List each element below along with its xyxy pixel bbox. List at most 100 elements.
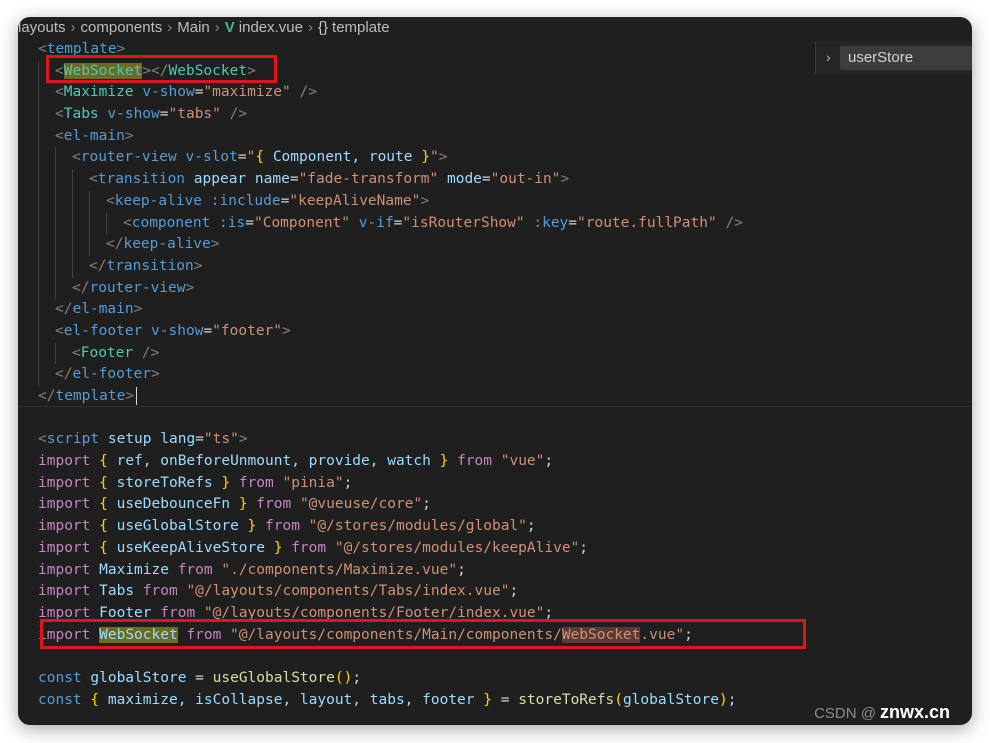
breadcrumb-item-main[interactable]: Main xyxy=(177,19,210,36)
tabs-tag: Tabs xyxy=(63,106,99,123)
import-name: Maximize xyxy=(99,561,169,578)
keep-alive-close-tag: keep-alive xyxy=(123,236,211,253)
keep-alive-tag: keep-alive xyxy=(114,192,203,209)
attr-value: "maximize" xyxy=(203,84,291,101)
chevron-right-icon: › xyxy=(167,19,173,36)
import-names: ref, onBeforeUnmount, provide, watch xyxy=(116,453,431,470)
attr: :is xyxy=(219,214,246,231)
code-line: import { ref, onBeforeUnmount, provide, … xyxy=(38,453,554,470)
router-view-close-tag: router-view xyxy=(89,279,186,296)
braces-icon: {} xyxy=(318,19,329,36)
code-line: <el-footer v-show="footer"> xyxy=(18,320,972,343)
attr: v-show xyxy=(142,84,195,101)
code-line: import { storeToRefs } from "pinia"; xyxy=(38,474,353,491)
breadcrumb-item-components[interactable]: components xyxy=(81,19,163,36)
argument: globalStore xyxy=(622,691,719,708)
code-line: </el-main> xyxy=(18,299,972,321)
watermark-csdn: CSDN @ xyxy=(814,705,876,722)
find-input[interactable]: userStore xyxy=(840,46,972,70)
attr: :key xyxy=(533,214,569,231)
router-view-tag: router-view xyxy=(80,149,177,166)
attr-value: "fade-transform" xyxy=(298,171,439,188)
attr-value: "isRouterShow" xyxy=(402,214,525,231)
import-names: useDebounceFn xyxy=(116,496,231,513)
vue-file-icon: V xyxy=(224,19,235,36)
code-line: </template> xyxy=(18,386,972,408)
code-line: import Tabs from "@/layouts/components/T… xyxy=(38,583,519,600)
code-line: </router-view> xyxy=(18,277,972,300)
attr-value: "keepAliveName" xyxy=(289,192,421,209)
keyword: const xyxy=(38,669,82,686)
find-widget[interactable]: › userStore xyxy=(815,41,972,75)
code-line: <Footer /> xyxy=(18,342,972,365)
breadcrumb-item-layouts[interactable]: layouts xyxy=(18,19,66,36)
code-line: <el-main> xyxy=(18,125,972,148)
import-source: "@/layouts/components/Tabs/index.vue" xyxy=(186,583,510,600)
highlight-box-websocket-import xyxy=(40,619,806,649)
variable: globalStore xyxy=(90,669,187,686)
function-call: useGlobalStore xyxy=(212,669,335,686)
attr: setup xyxy=(107,431,152,448)
code-line: <router-view v-slot="{ Component, route … xyxy=(18,147,972,170)
slot-props: Component, route xyxy=(264,149,422,166)
chevron-right-icon[interactable]: › xyxy=(826,49,831,65)
code-line: <component :is="Component" v-if="isRoute… xyxy=(18,212,972,235)
attr: v-show xyxy=(107,106,160,123)
attr-value: "ts" xyxy=(203,431,239,448)
footer-tag: Footer xyxy=(80,344,134,361)
code-line: import Maximize from "./components/Maxim… xyxy=(38,561,466,578)
attr: appear xyxy=(193,171,247,188)
editor-window: layouts › components › Main › Vindex.vue ›{} tem… xyxy=(18,17,972,725)
code-line: <keep-alive :include="keepAliveName"> xyxy=(18,190,972,213)
import-names: useGlobalStore xyxy=(116,518,239,535)
sticky-scroll-divider xyxy=(18,406,972,407)
breadcrumb-item-index-vue[interactable]: index.vue xyxy=(239,19,303,36)
watermark: CSDN @ znwx.cn xyxy=(814,702,950,723)
code-line: </keep-alive> xyxy=(18,234,972,256)
el-footer-tag: el-footer xyxy=(63,322,143,339)
code-line: </transition> xyxy=(18,255,972,278)
attr-value: "footer" xyxy=(212,322,283,339)
import-source: "pinia" xyxy=(282,474,344,491)
code-line: const globalStore = useGlobalStore(); xyxy=(38,669,362,686)
chevron-right-icon: › xyxy=(70,19,76,36)
code-line: <transition appear name="fade-transform"… xyxy=(18,169,972,191)
chevron-right-icon: › xyxy=(308,19,313,36)
code-editor[interactable]: <template> <WebSocket></WebSocket> <Maxi… xyxy=(18,39,972,711)
template-close-tag: template xyxy=(55,388,126,404)
code-line: import { useGlobalStore } from "@/stores… xyxy=(38,518,536,535)
code-line: </el-footer> xyxy=(18,364,972,386)
breadcrumb-item-template[interactable]: template xyxy=(332,19,390,36)
import-names: storeToRefs xyxy=(116,474,213,491)
import-name: Tabs xyxy=(99,583,135,600)
attr-value: "out-in" xyxy=(490,171,561,188)
import-source: "@vueuse/core" xyxy=(299,496,423,513)
keyword: const xyxy=(38,691,82,708)
chevron-right-icon: › xyxy=(214,19,220,36)
script-tag: script xyxy=(46,431,100,448)
attr-value: "tabs" xyxy=(168,106,221,123)
attr: v-show xyxy=(151,322,204,339)
import-names: useKeepAliveStore xyxy=(116,539,265,556)
attr-value: "route.fullPath" xyxy=(577,214,717,231)
attr: v-if xyxy=(358,214,394,231)
destructured-names: maximize, isCollapse, layout, tabs, foot… xyxy=(107,691,475,708)
el-main-close-tag: el-main xyxy=(72,301,134,318)
el-footer-close-tag: el-footer xyxy=(72,366,152,383)
import-source: "vue" xyxy=(500,453,545,470)
transition-tag: transition xyxy=(97,171,186,188)
highlight-box-websocket-tag xyxy=(46,55,277,83)
code-line: <script setup lang="ts"> xyxy=(38,431,248,448)
el-main-tag: el-main xyxy=(63,127,125,144)
attr: mode xyxy=(446,171,482,188)
function-call: storeToRefs xyxy=(518,691,615,708)
code-line: <Tabs v-show="tabs" /> xyxy=(18,104,972,126)
component-tag: component xyxy=(131,214,211,231)
import-source: "@/stores/modules/keepAlive" xyxy=(334,539,580,556)
code-line: <Maximize v-show="maximize" /> xyxy=(18,82,972,105)
attr: name xyxy=(254,171,290,188)
breadcrumb: layouts › components › Main › Vindex.vue ›{} tem… xyxy=(18,17,390,39)
import-source: "@/stores/modules/global" xyxy=(308,518,527,535)
